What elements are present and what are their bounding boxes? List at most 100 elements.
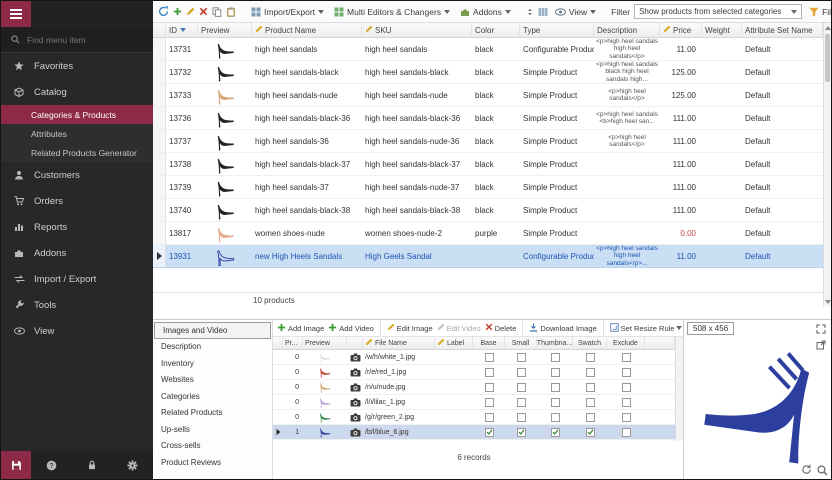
thumbnail-checkbox[interactable] (551, 383, 560, 392)
rotate-button[interactable] (799, 462, 813, 476)
fullscreen-button[interactable] (814, 322, 828, 336)
download-image-button[interactable]: Download Image (529, 323, 596, 334)
product-row[interactable]: 13733high heel sandals-nudehigh heel san… (153, 84, 823, 107)
base-checkbox[interactable] (485, 383, 494, 392)
base-checkbox[interactable] (485, 353, 494, 362)
detail-tab-related-products[interactable]: Related Products (153, 405, 272, 422)
column-header-name[interactable]: Product Name (252, 23, 362, 38)
copy-button[interactable] (212, 4, 222, 20)
exclude-checkbox[interactable] (622, 398, 631, 407)
import-export-button[interactable]: Import/Export (248, 6, 327, 18)
sidebar-item-catalog[interactable]: Catalog (1, 79, 153, 105)
product-row[interactable]: 13732high heel sandals-blackhigh heel sa… (153, 61, 823, 84)
filters-button[interactable]: Filters (806, 6, 831, 18)
small-checkbox[interactable] (517, 383, 526, 392)
product-row[interactable]: 13740high heel sandals-black-38high heel… (153, 199, 823, 222)
detail-tab-product-reviews[interactable]: Product Reviews (153, 454, 272, 471)
column-header-type[interactable]: Type (520, 23, 594, 38)
scroll-down-icon[interactable] (825, 300, 831, 304)
column-header-description[interactable]: Description (594, 23, 660, 38)
column-header-id[interactable]: ID (166, 23, 198, 38)
product-row[interactable]: 13731high heel sandalshigh heel sandalsb… (153, 38, 823, 61)
refresh-button[interactable] (158, 4, 169, 20)
swatch-checkbox[interactable] (586, 428, 595, 437)
image-row[interactable]: 0/n/u/nude.jpg (273, 380, 675, 395)
swatch-checkbox[interactable] (586, 353, 595, 362)
thumbnail-checkbox[interactable] (551, 368, 560, 377)
small-checkbox[interactable] (517, 353, 526, 362)
column-header-weight[interactable]: Weight (702, 23, 742, 38)
detail-tab-inventory[interactable]: Inventory (153, 355, 272, 372)
view-button[interactable]: View (552, 6, 599, 18)
add-video-button[interactable]: Add Video (328, 323, 373, 334)
exclude-checkbox[interactable] (622, 413, 631, 422)
thumbnail-checkbox[interactable] (551, 413, 560, 422)
base-checkbox[interactable] (485, 368, 494, 377)
column-header-attribute_set[interactable]: Attribute Set Name (742, 23, 823, 38)
scrollbar-thumb[interactable] (825, 34, 830, 82)
multi-editors-button[interactable]: Multi Editors & Changers (331, 6, 453, 18)
product-row[interactable]: 13931new High Heels SandalsHigh Geels Sa… (153, 245, 823, 268)
sidebar-item-reports[interactable]: Reports (1, 214, 153, 240)
settings-button[interactable] (112, 451, 153, 479)
scroll-up-icon[interactable] (825, 26, 831, 30)
images-column-header-base[interactable]: Base (473, 337, 505, 350)
image-row[interactable]: 0/l/i/lilac_1.jpg (273, 395, 675, 410)
column-header-price[interactable]: Price (660, 23, 702, 38)
detail-tab-categories[interactable]: Categories (153, 388, 272, 405)
images-column-header-swatch[interactable]: Swatch (573, 337, 607, 350)
base-checkbox[interactable] (485, 428, 494, 437)
sidebar-item-related-products-generator[interactable]: Related Products Generator (1, 143, 153, 162)
sort-button[interactable] (526, 4, 534, 20)
image-row[interactable]: 0/w/h/white_1.jpg (273, 350, 675, 365)
edit-product-button[interactable] (186, 4, 195, 20)
search-input[interactable] (27, 35, 137, 45)
swatch-checkbox[interactable] (586, 398, 595, 407)
add-image-button[interactable]: Add Image (277, 323, 324, 334)
images-scrollbar[interactable] (675, 337, 683, 441)
product-row[interactable]: 13736high heel sandals-black-36high heel… (153, 107, 823, 130)
products-scrollbar[interactable] (823, 23, 831, 307)
sidebar-item-tools[interactable]: Tools (1, 292, 153, 318)
image-row[interactable]: 1/b/l/blue_6.jpg (273, 425, 675, 440)
exclude-checkbox[interactable] (622, 428, 631, 437)
sidebar-item-customers[interactable]: Customers (1, 162, 153, 188)
exclude-checkbox[interactable] (622, 368, 631, 377)
product-row[interactable]: 13737high heel sandals-36high heel sanda… (153, 130, 823, 153)
lock-button[interactable] (72, 451, 113, 479)
images-column-header-preview[interactable]: Preview (303, 337, 347, 350)
sidebar-item-favorites[interactable]: Favorites (1, 53, 153, 79)
columns-button[interactable] (538, 4, 548, 20)
swatch-checkbox[interactable] (586, 413, 595, 422)
detail-tab-images-and-video[interactable]: Images and Video (154, 322, 271, 339)
small-checkbox[interactable] (517, 398, 526, 407)
filter-select[interactable]: Show products from selected categories (634, 4, 802, 19)
save-button[interactable] (1, 451, 31, 479)
exclude-checkbox[interactable] (622, 383, 631, 392)
images-column-header-thumbnail[interactable]: Thumbna... (537, 337, 573, 350)
product-row[interactable]: 13817women shoes-nudewomen shoes-nude-2p… (153, 222, 823, 245)
addons-button[interactable]: Addons (457, 6, 514, 18)
images-column-header-label[interactable]: Label (435, 337, 473, 350)
detail-tab-websites[interactable]: Websites (153, 372, 272, 389)
images-column-header-small[interactable]: Small (505, 337, 537, 350)
swatch-checkbox[interactable] (586, 383, 595, 392)
images-column-header-file[interactable]: File Name (363, 337, 435, 350)
thumbnail-checkbox[interactable] (551, 428, 560, 437)
detail-tab-cross-sells[interactable]: Cross-sells (153, 438, 272, 455)
set-resize-rule-button[interactable]: Set Resize Rule (610, 323, 683, 334)
swatch-checkbox[interactable] (586, 368, 595, 377)
zoom-button[interactable] (815, 463, 829, 477)
delete-product-button[interactable] (199, 4, 208, 20)
sidebar-item-view[interactable]: View (1, 318, 153, 344)
exclude-checkbox[interactable] (622, 353, 631, 362)
add-product-button[interactable] (173, 4, 182, 20)
image-row[interactable]: 0/r/e/red_1.jpg (273, 365, 675, 380)
small-checkbox[interactable] (517, 368, 526, 377)
image-row[interactable]: 0/g/r/green_2.jpg (273, 410, 675, 425)
delete-button[interactable]: Delete (485, 323, 517, 333)
thumbnail-checkbox[interactable] (551, 353, 560, 362)
column-header-preview[interactable]: Preview (198, 23, 252, 38)
paste-button[interactable] (226, 4, 236, 20)
images-column-header-camera[interactable] (347, 337, 363, 350)
